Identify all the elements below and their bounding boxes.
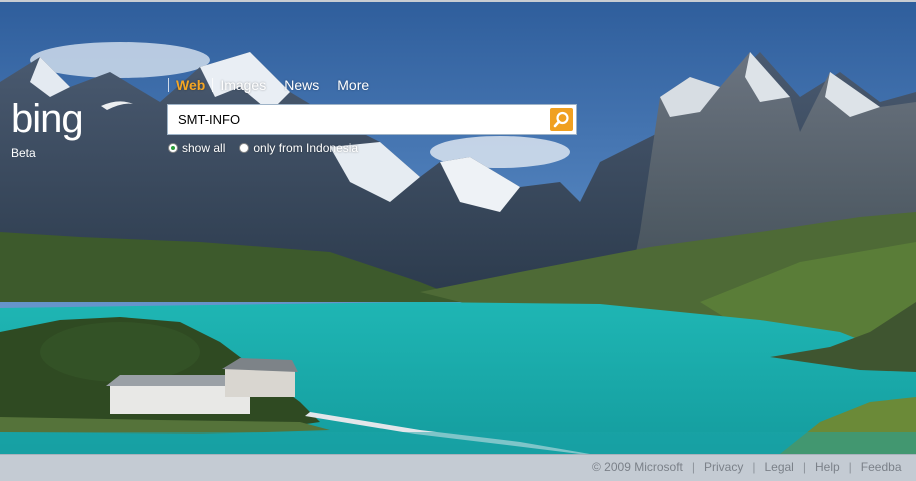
bing-logo[interactable]: bing — [9, 94, 137, 151]
search-box — [167, 104, 577, 135]
nav-divider — [212, 78, 214, 92]
search-button[interactable] — [550, 108, 573, 131]
radio-unchecked-icon[interactable] — [239, 143, 250, 153]
nav-news[interactable]: News — [284, 77, 319, 93]
svg-text:bing: bing — [11, 97, 83, 141]
footer-divider: | — [848, 460, 852, 474]
footer-divider: | — [691, 460, 696, 474]
footer-link-privacy[interactable]: Privacy — [704, 460, 743, 474]
footer-link-feedback[interactable]: Feedba — [861, 460, 902, 474]
footer-divider: | — [752, 460, 756, 474]
beta-label: Beta — [11, 146, 36, 160]
bing-wordmark: bing — [11, 97, 133, 141]
magnifier-icon — [553, 111, 569, 128]
footer-links: © 2009 Microsoft | Privacy | Legal | Hel… — [592, 460, 902, 474]
vertical-nav: Web Images News More — [168, 76, 369, 94]
copyright: © 2009 Microsoft — [592, 460, 683, 474]
search-scope: show all only from Indonesia — [168, 141, 358, 155]
scope-indonesia[interactable]: only from Indonesia — [239, 141, 358, 155]
nav-images[interactable]: Images — [220, 77, 266, 93]
footer-bar: © 2009 Microsoft | Privacy | Legal | Hel… — [0, 454, 916, 481]
background-landscape-image — [0, 2, 916, 454]
radio-checked-icon[interactable] — [168, 143, 178, 153]
nav-more[interactable]: More — [337, 77, 369, 93]
footer-link-legal[interactable]: Legal — [764, 460, 793, 474]
footer-divider: | — [802, 460, 806, 474]
nav-divider — [168, 78, 169, 92]
search-input[interactable] — [168, 105, 548, 134]
bing-homepage: Web Images News More bing Beta show all — [0, 0, 916, 481]
scope-label: show all — [182, 141, 226, 155]
nav-web[interactable]: Web — [176, 77, 205, 93]
scope-label: only from Indonesia — [253, 141, 359, 155]
footer-link-help[interactable]: Help — [815, 460, 840, 474]
scope-show-all[interactable]: show all — [168, 141, 225, 155]
